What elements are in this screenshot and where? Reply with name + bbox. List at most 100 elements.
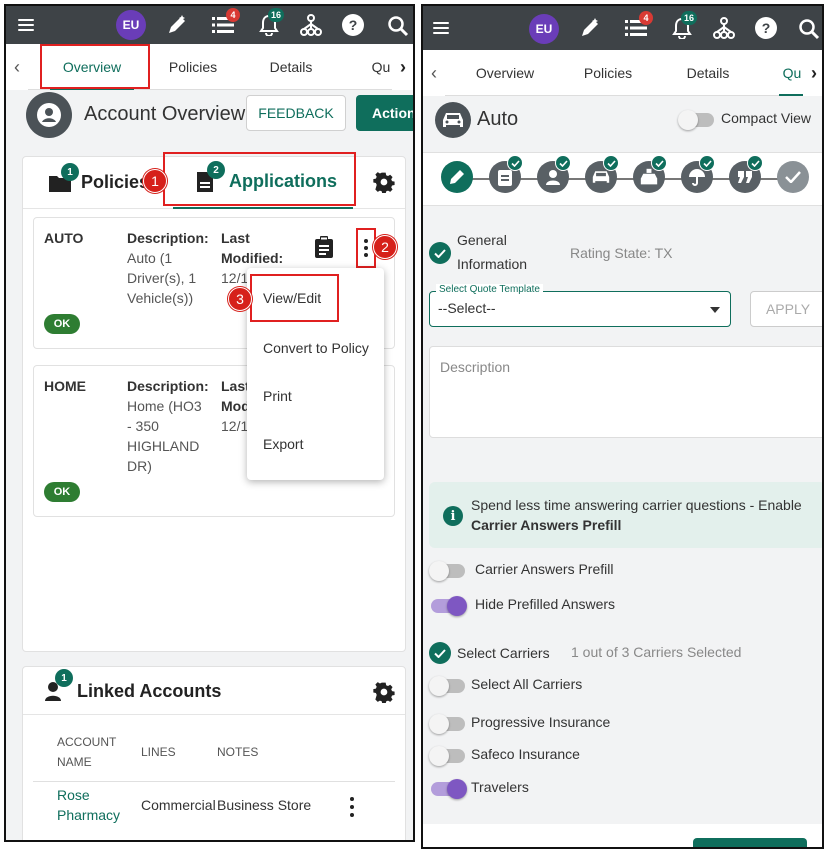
description-line: Auto (1 bbox=[127, 250, 173, 266]
top-app-bar: EU 4 16 ? bbox=[6, 6, 413, 44]
carrier-answers-prefill-toggle[interactable] bbox=[429, 561, 465, 581]
quote-title: Auto bbox=[477, 108, 519, 130]
linked-accounts-title: Linked Accounts bbox=[77, 681, 222, 701]
description-line: DR) bbox=[127, 458, 152, 474]
info-banner-text: Spend less time answering carrier questi… bbox=[471, 497, 802, 513]
chevron-left-icon[interactable]: ‹ bbox=[423, 50, 445, 96]
help-icon[interactable]: ? bbox=[342, 14, 364, 36]
carrier-toggle-safeco[interactable] bbox=[429, 746, 465, 766]
general-info-label: Information bbox=[457, 256, 528, 272]
person-icon bbox=[546, 170, 560, 185]
step-complete[interactable] bbox=[777, 161, 809, 193]
tasks-badge: 4 bbox=[226, 8, 240, 22]
step-general-info[interactable] bbox=[441, 161, 473, 193]
step-questions[interactable] bbox=[729, 155, 763, 193]
column-header-account: ACCOUNT bbox=[57, 735, 117, 749]
linked-account-name-link[interactable]: Pharmacy bbox=[57, 807, 120, 823]
column-header-name: NAME bbox=[57, 755, 92, 769]
task-list-icon[interactable]: 4 bbox=[623, 11, 653, 40]
description-textarea[interactable]: Description bbox=[429, 346, 822, 438]
last-modified-value: 12/1 bbox=[221, 418, 249, 434]
column-header-notes: NOTES bbox=[217, 745, 259, 759]
info-banner: i Spend less time answering carrier ques… bbox=[429, 482, 822, 548]
linked-account-lines: Commercial bbox=[141, 797, 216, 813]
info-banner-bold: Carrier Answers Prefill bbox=[471, 517, 622, 533]
chevron-down-icon bbox=[710, 307, 720, 313]
highlight-applications-tab bbox=[163, 152, 356, 206]
tab-policies[interactable]: Policies bbox=[563, 50, 653, 96]
help-icon[interactable]: ? bbox=[755, 17, 777, 39]
account-icon bbox=[26, 92, 72, 138]
chevron-left-icon[interactable]: ‹ bbox=[6, 44, 28, 90]
pencil-icon bbox=[450, 170, 464, 184]
notifications-bell-icon[interactable]: 16 bbox=[256, 8, 285, 37]
linked-accounts-count-badge: 1 bbox=[55, 669, 73, 687]
hide-prefilled-answers-toggle[interactable] bbox=[431, 596, 467, 616]
callout-step-1: 1 bbox=[143, 169, 167, 193]
search-icon[interactable] bbox=[386, 14, 410, 38]
notifications-badge: 16 bbox=[268, 8, 285, 22]
step-drivers[interactable] bbox=[537, 155, 571, 193]
next-button[interactable] bbox=[693, 838, 807, 847]
hierarchy-icon[interactable] bbox=[298, 13, 324, 37]
settings-gear-icon[interactable] bbox=[373, 171, 395, 193]
quote-template-value: --Select-- bbox=[438, 300, 496, 316]
select-all-carriers-toggle[interactable] bbox=[429, 676, 465, 696]
carrier-label-travelers: Travelers bbox=[471, 779, 529, 795]
carrier-toggle-progressive[interactable] bbox=[429, 714, 465, 734]
tab-details[interactable]: Details bbox=[663, 50, 753, 96]
carrier-toggle-travelers[interactable] bbox=[431, 779, 467, 799]
more-options-icon[interactable] bbox=[349, 797, 355, 817]
apply-button[interactable]: APPLY bbox=[750, 291, 822, 327]
tab-details[interactable]: Details bbox=[246, 44, 336, 90]
description-label: Description: bbox=[127, 378, 209, 394]
chevron-right-icon[interactable]: › bbox=[803, 50, 822, 96]
task-list-icon[interactable]: 4 bbox=[210, 8, 240, 37]
last-modified-label: Last bbox=[221, 378, 250, 394]
settings-gear-icon[interactable] bbox=[373, 681, 395, 703]
edit-quote-icon[interactable] bbox=[577, 16, 603, 40]
column-header-lines: LINES bbox=[141, 745, 176, 759]
description-line: Home (HO3 bbox=[127, 398, 202, 414]
policies-subtab-label: Policies bbox=[81, 172, 150, 192]
top-app-bar: EU 4 16 ? bbox=[423, 6, 822, 50]
last-modified-label: Modified: bbox=[221, 250, 284, 266]
carriers-selected-count: 1 out of 3 Carriers Selected bbox=[571, 644, 742, 660]
edit-quote-icon[interactable] bbox=[164, 13, 190, 37]
tab-overview[interactable]: Overview bbox=[455, 50, 555, 96]
quote-template-label: Select Quote Template bbox=[436, 284, 543, 295]
actions-button[interactable]: Action bbox=[356, 95, 413, 131]
select-carriers-label: Select Carriers bbox=[457, 645, 550, 661]
step-applicant[interactable] bbox=[489, 155, 523, 193]
step-coverages[interactable] bbox=[633, 155, 667, 193]
avatar[interactable]: EU bbox=[116, 10, 146, 40]
menu-item-print[interactable]: Print bbox=[247, 372, 384, 420]
hierarchy-icon[interactable] bbox=[711, 16, 737, 40]
menu-item-export[interactable]: Export bbox=[247, 420, 384, 468]
description-line: Vehicle(s)) bbox=[127, 290, 194, 306]
tab-policies[interactable]: Policies bbox=[148, 44, 238, 90]
chevron-right-icon[interactable]: › bbox=[392, 44, 413, 90]
linked-accounts-card: 1 Linked Accounts ACCOUNT NAME LINES NOT… bbox=[22, 666, 406, 840]
select-carriers-check-icon bbox=[429, 642, 451, 664]
menu-item-convert-to-policy[interactable]: Convert to Policy bbox=[247, 324, 384, 372]
application-line: HOME bbox=[44, 378, 86, 394]
menu-icon[interactable] bbox=[18, 19, 34, 31]
search-icon[interactable] bbox=[797, 17, 821, 41]
step-underwriting[interactable] bbox=[681, 155, 715, 193]
policies-count-badge: 1 bbox=[61, 163, 79, 181]
carrier-answers-prefill-label: Carrier Answers Prefill bbox=[475, 561, 614, 577]
info-icon: i bbox=[443, 506, 463, 526]
step-vehicles[interactable] bbox=[585, 155, 619, 193]
menu-icon[interactable] bbox=[433, 22, 449, 34]
clipboard-icon[interactable] bbox=[314, 236, 334, 258]
callout-step-3: 3 bbox=[228, 287, 252, 311]
status-badge: OK bbox=[44, 482, 80, 502]
last-modified-label: Last bbox=[221, 230, 250, 246]
compact-view-toggle[interactable] bbox=[678, 110, 714, 130]
feedback-button[interactable]: FEEDBACK bbox=[246, 95, 346, 131]
avatar[interactable]: EU bbox=[529, 14, 559, 44]
notifications-bell-icon[interactable]: 16 bbox=[669, 11, 698, 40]
linked-account-name-link[interactable]: Rose bbox=[57, 787, 90, 803]
quote-template-select[interactable]: Select Quote Template --Select-- bbox=[429, 284, 731, 327]
